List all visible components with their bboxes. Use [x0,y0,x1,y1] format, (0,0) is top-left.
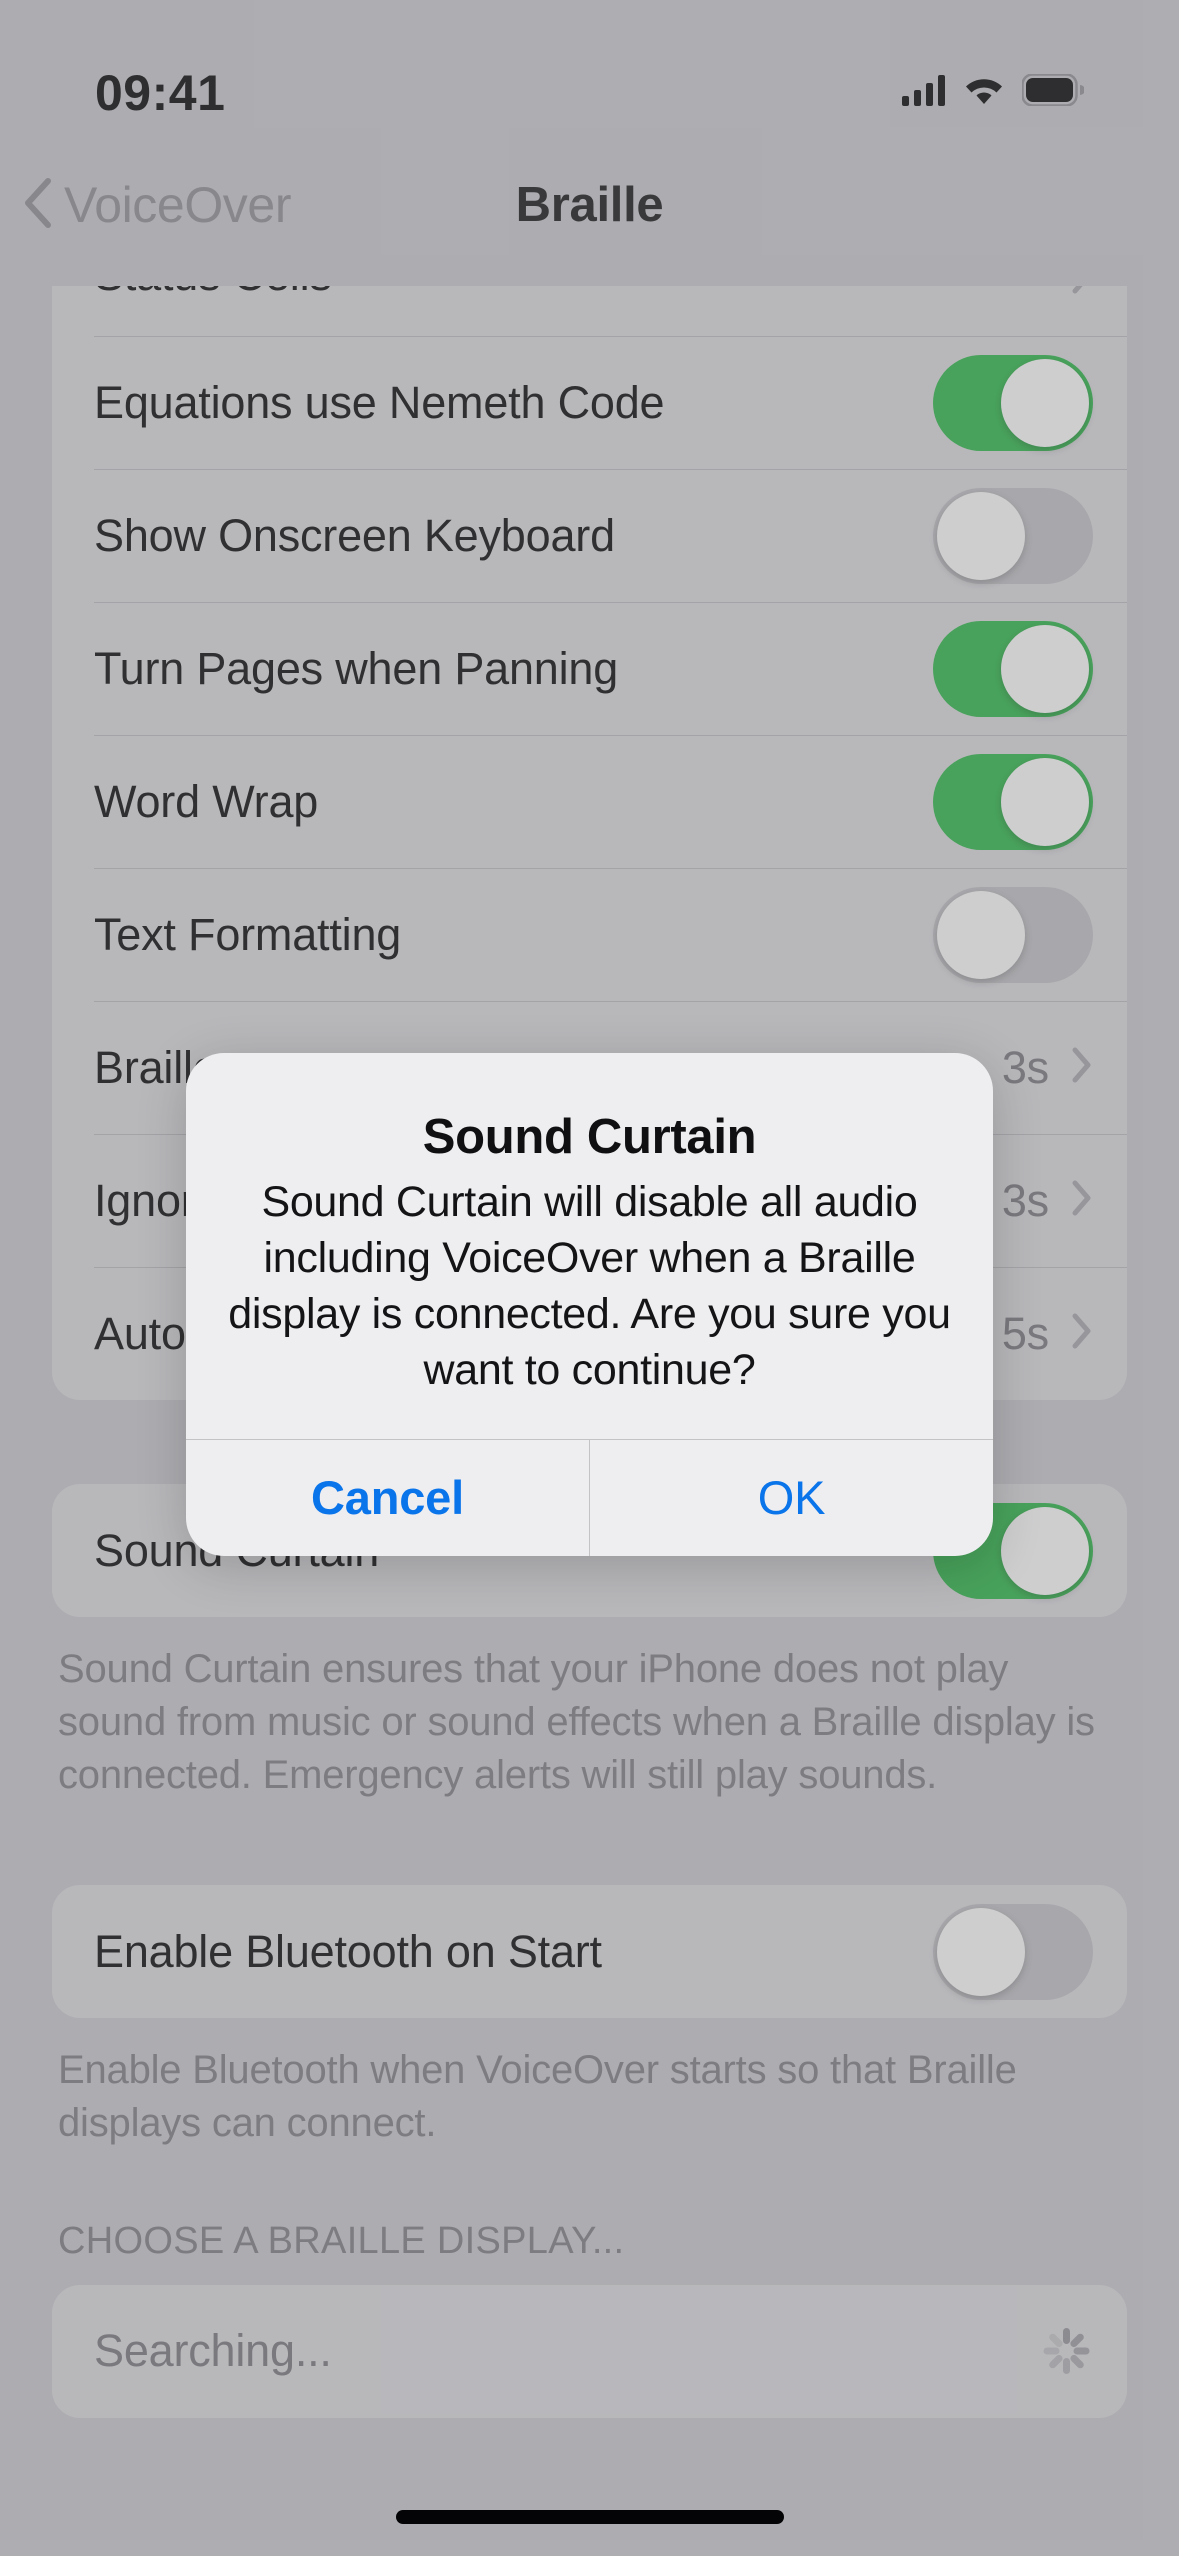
toggle-word-wrap[interactable] [933,753,1093,850]
toggle-knob [1001,624,1089,713]
choose-display-header: CHOOSE A BRAILLE DISPLAY... [58,2219,625,2262]
toggle-knob [1001,757,1089,846]
toggle-knob [1001,1506,1089,1595]
activity-spinner-icon [1039,2324,1093,2378]
row-label: Enable Bluetooth on Start [94,1925,602,1977]
bluetooth-group: Enable Bluetooth on Start [52,1885,1127,2019]
toggle-show-onscreen-keyboard[interactable] [933,487,1093,584]
ok-button[interactable]: OK [590,1440,993,1556]
toggle-knob [937,1907,1025,1996]
row-enable-bluetooth-on-start[interactable]: Enable Bluetooth on Start [52,1885,1127,2018]
battery-icon [1021,73,1085,111]
row-label: Status Cells [94,286,1071,301]
choose-display-group: Searching... [52,2284,1127,2418]
toggle-equations-use-nemeth-code[interactable] [933,354,1093,451]
toggle-knob [1001,358,1089,447]
row-label: Show Onscreen Keyboard [94,509,615,561]
status-bar-time: 09:41 [95,64,226,121]
sound-curtain-footer: Sound Curtain ensures that your iPhone d… [58,1647,1095,1797]
alert-actions: Cancel OK [186,1438,993,1556]
row-value: 5s [1001,1307,1049,1359]
row-label: Word Wrap [94,775,319,827]
alert-title: Sound Curtain [422,1110,757,1164]
cancel-button[interactable]: Cancel [186,1439,590,1556]
chevron-right-icon [1071,1180,1093,1221]
toggle-knob [937,491,1025,580]
toggle-turn-pages-when-panning[interactable] [933,620,1093,717]
row-status-cells[interactable]: Status Cells [52,286,1127,336]
toggle-text-formatting[interactable] [933,886,1093,983]
status-bar: 09:41 [0,0,1179,145]
row-equations-use-nemeth-code[interactable]: Equations use Nemeth Code [52,336,1127,469]
sound-curtain-alert: Sound Curtain Sound Curtain will disable… [186,1053,993,1556]
status-bar-indicators [902,73,1085,111]
cellular-signal-icon [902,74,946,111]
row-searching: Searching... [52,2285,1127,2418]
alert-message: Sound Curtain will disable all audio inc… [228,1178,951,1394]
alert-body: Sound Curtain Sound Curtain will disable… [186,1053,993,1439]
home-indicator[interactable] [395,2510,784,2524]
row-text-formatting[interactable]: Text Formatting [52,868,1127,1001]
row-turn-pages-when-panning[interactable]: Turn Pages when Panning [52,602,1127,735]
row-label: Equations use Nemeth Code [94,376,665,428]
row-value: 3s [1001,1174,1049,1226]
navigation-bar: VoiceOver Braille [0,150,1179,260]
row-value: 3s [1001,1041,1049,1093]
row-word-wrap[interactable]: Word Wrap [52,735,1127,868]
chevron-right-icon [1071,1313,1093,1354]
page-title: Braille [515,178,664,232]
row-show-onscreen-keyboard[interactable]: Show Onscreen Keyboard [52,469,1127,602]
bluetooth-footer: Enable Bluetooth when VoiceOver starts s… [58,2048,1017,2146]
row-label: Searching... [94,2325,332,2377]
toggle-knob [937,890,1025,979]
row-label: Turn Pages when Panning [94,642,619,694]
chevron-right-icon [1071,1047,1093,1088]
iphone-screen: 09:41 VoiceOver Braille Equations use Ne… [0,0,1179,2556]
row-label: Text Formatting [94,908,402,960]
toggle-enable-bluetooth-on-start[interactable] [933,1903,1093,2000]
wifi-icon [962,74,1006,111]
chevron-right-icon [1071,286,1093,299]
